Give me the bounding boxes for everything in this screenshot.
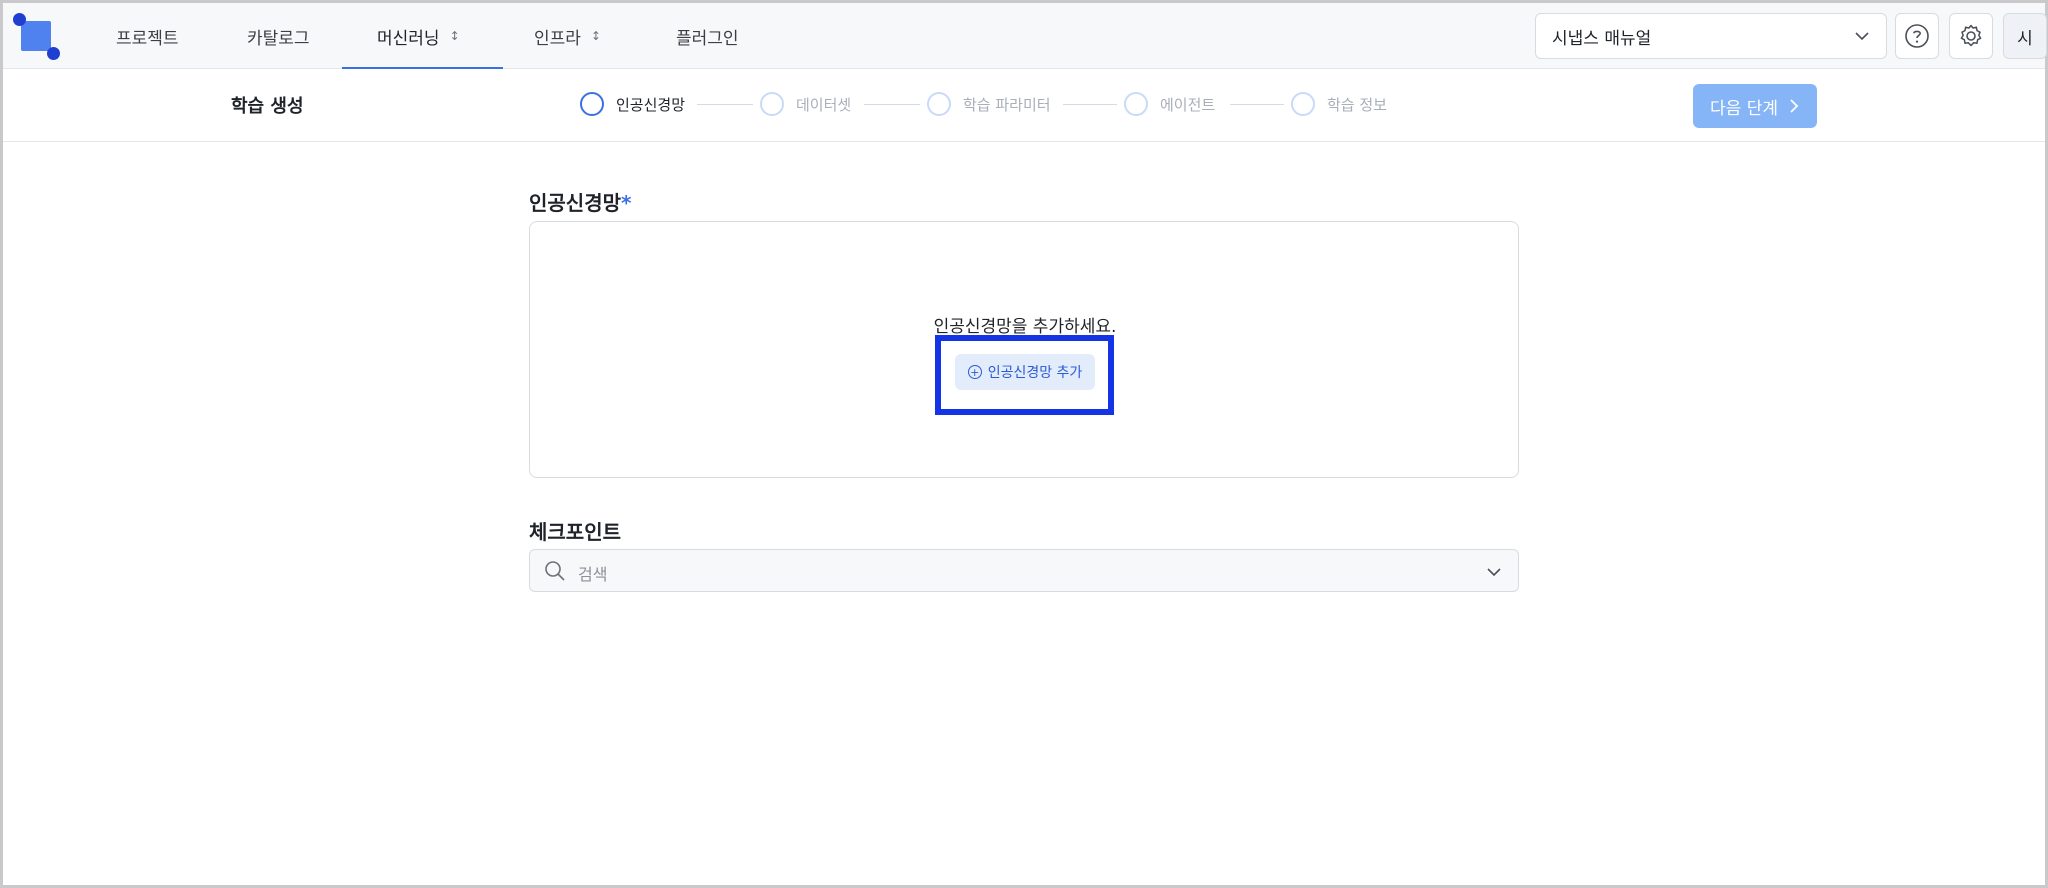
page-title: 학습 생성 — [231, 96, 304, 117]
nav-item-label: 플러그인 — [676, 28, 739, 49]
add-neural-network-button[interactable]: + 인공신경망 추가 — [955, 354, 1095, 390]
help-circle-icon — [1905, 24, 1929, 48]
checkpoint-search-placeholder: 검색 — [578, 565, 608, 584]
step-bar: 학습 생성 인공신경망 데이터셋 학습 파라미터 에이전트 학습 정보 다음 단… — [3, 70, 2045, 142]
next-step-label: 다음 단계 — [1710, 98, 1778, 119]
avatar-initial: 시 — [2017, 28, 2033, 49]
step-dataset[interactable]: 데이터셋 — [760, 92, 851, 116]
nav-item-label: 머신러닝 — [377, 28, 440, 49]
gear-icon — [1960, 24, 1982, 47]
next-step-button[interactable]: 다음 단계 — [1693, 84, 1817, 128]
step-indicator — [760, 92, 784, 116]
plus-circle-icon: + — [967, 365, 982, 379]
top-navigation: 프로젝트 카탈로그 머신러닝 ↕ 인프라 ↕ 플러그인 시냅스 매뉴얼 시 — [3, 3, 2047, 69]
nav-item-infra[interactable]: 인프라 ↕ — [534, 3, 601, 69]
app-logo[interactable] — [13, 13, 63, 63]
step-training-parameters[interactable]: 학습 파라미터 — [927, 92, 1051, 116]
nav-item-machine-learning[interactable]: 머신러닝 ↕ — [377, 3, 460, 69]
manual-select-value: 시냅스 매뉴얼 — [1552, 28, 1652, 49]
step-label: 데이터셋 — [796, 95, 852, 114]
neural-network-box: 인공신경망을 추가하세요. + 인공신경망 추가 — [529, 221, 1519, 478]
neural-network-section-title: 인공신경망* — [529, 187, 631, 216]
settings-button[interactable] — [1949, 13, 1993, 59]
chevron-down-icon — [1487, 568, 1501, 577]
checkpoint-section-title: 체크포인트 — [529, 520, 621, 544]
step-connector — [1063, 104, 1117, 105]
step-indicator — [580, 92, 604, 116]
nav-item-label: 인프라 — [534, 28, 581, 49]
chevron-right-icon — [1790, 99, 1799, 113]
neural-network-title: 인공신경망 — [529, 191, 621, 215]
step-label: 인공신경망 — [616, 95, 686, 114]
step-connector — [1230, 104, 1284, 105]
step-label: 학습 정보 — [1327, 95, 1387, 114]
help-button[interactable] — [1895, 13, 1939, 59]
logo-dot — [47, 47, 60, 60]
step-label: 학습 파라미터 — [963, 95, 1051, 114]
neural-network-empty-message: 인공신경망을 추가하세요. — [933, 317, 1117, 337]
chevron-down-icon — [1855, 32, 1869, 41]
logo-dot — [13, 13, 26, 26]
nav-item-label: 카탈로그 — [247, 28, 310, 49]
step-neural-network[interactable]: 인공신경망 — [580, 92, 685, 116]
step-agent[interactable]: 에이전트 — [1124, 92, 1215, 116]
logo-square — [21, 21, 51, 51]
checkpoint-search-select[interactable]: 검색 — [529, 549, 1519, 592]
nav-item-plugins[interactable]: 플러그인 — [676, 3, 739, 69]
step-indicator — [1124, 92, 1148, 116]
nav-item-label: 프로젝트 — [116, 28, 179, 49]
menu-expand-icon: ↕ — [449, 29, 460, 43]
step-label: 에이전트 — [1160, 95, 1216, 114]
step-connector — [864, 104, 920, 105]
required-mark: * — [621, 191, 632, 215]
nav-item-catalog[interactable]: 카탈로그 — [247, 3, 310, 69]
step-connector — [697, 104, 753, 105]
add-neural-network-label: 인공신경망 추가 — [987, 365, 1083, 381]
active-nav-indicator — [342, 67, 503, 69]
step-training-info[interactable]: 학습 정보 — [1291, 92, 1387, 116]
step-indicator — [1291, 92, 1315, 116]
manual-select[interactable]: 시냅스 매뉴얼 — [1535, 13, 1887, 59]
search-icon — [545, 561, 565, 581]
menu-expand-icon: ↕ — [590, 29, 601, 43]
user-avatar-button[interactable]: 시 — [2003, 13, 2047, 59]
step-indicator — [927, 92, 951, 116]
nav-item-projects[interactable]: 프로젝트 — [116, 3, 179, 69]
